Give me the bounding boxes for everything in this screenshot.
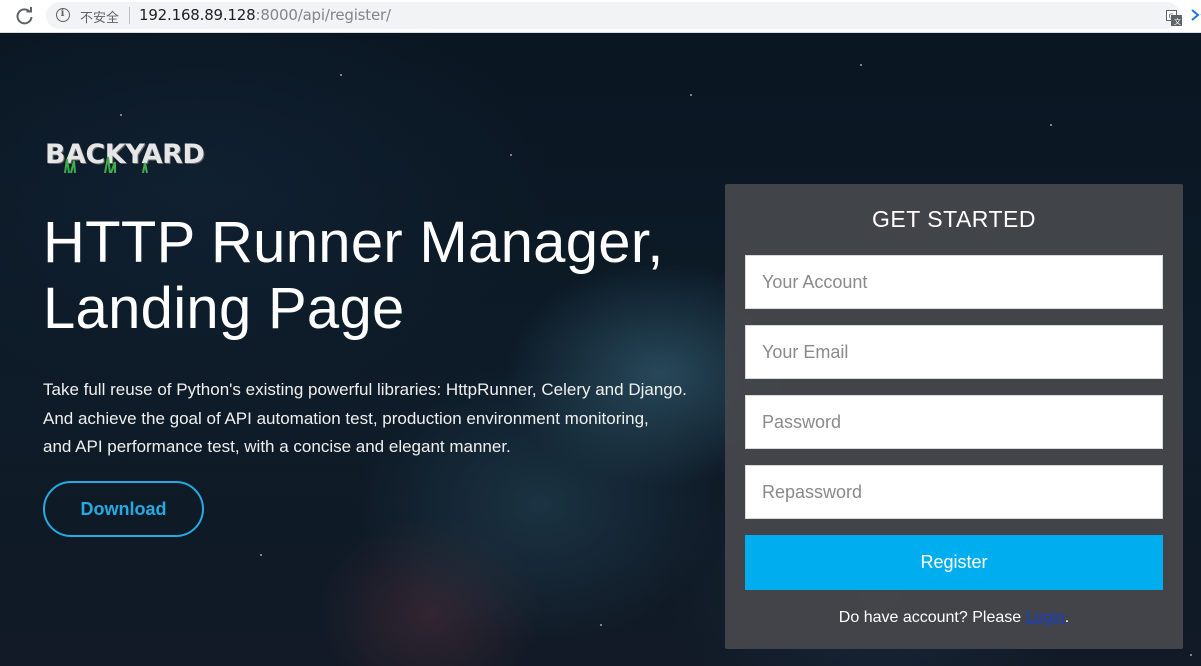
background-star [860, 64, 862, 66]
background-star [690, 94, 692, 96]
hero-description-line-1: Take full reuse of Python's existing pow… [43, 380, 687, 399]
login-prompt-end: . [1064, 609, 1070, 626]
reload-icon[interactable] [14, 5, 36, 27]
background-star [510, 154, 512, 156]
url-path: :8000/api/register/ [255, 6, 391, 24]
logo-grass-icon [64, 156, 148, 173]
url-host: 192.168.89.128 [139, 6, 256, 24]
register-panel: GET STARTED Register Do have account? Pl… [725, 184, 1183, 649]
hero-title: HTTP Runner Manager, Landing Page [43, 210, 683, 342]
login-link[interactable]: Login [1026, 609, 1065, 626]
background-star [120, 114, 122, 116]
hero-description-line-3: and API performance test, with a concise… [43, 437, 511, 456]
info-icon[interactable] [56, 8, 70, 22]
background-star [260, 554, 262, 556]
address-bar[interactable]: 不安全 192.168.89.128:8000/api/register/ G … [46, 2, 1201, 29]
repassword-input[interactable] [745, 465, 1163, 519]
login-prompt-text: Do have account? Please [838, 609, 1026, 626]
translate-icon[interactable]: G 文 [1166, 10, 1182, 26]
svg-text:文: 文 [1174, 17, 1181, 26]
hero-title-line-1: HTTP Runner Manager, [43, 210, 664, 275]
address-separator [129, 7, 130, 24]
background-star [600, 624, 602, 626]
download-button[interactable]: Download [43, 481, 204, 537]
login-prompt: Do have account? Please Login. [725, 609, 1183, 627]
hero-description-line-2: And achieve the goal of API automation t… [43, 408, 649, 428]
account-input[interactable] [745, 255, 1163, 309]
browser-toolbar: 不安全 192.168.89.128:8000/api/register/ G … [0, 0, 1201, 33]
email-input[interactable] [745, 325, 1163, 379]
hero-section: BACKYARD HTTP Runner Manager, Landing Pa… [0, 34, 1201, 666]
background-star [340, 74, 342, 76]
url-text[interactable]: 192.168.89.128:8000/api/register/ [139, 6, 391, 24]
extension-icon[interactable] [1190, 8, 1200, 22]
register-button[interactable]: Register [745, 535, 1163, 590]
background-star [1190, 654, 1192, 656]
panel-title: GET STARTED [872, 206, 1036, 232]
password-input[interactable] [745, 395, 1163, 449]
security-label[interactable]: 不安全 [80, 7, 119, 26]
brand-logo[interactable]: BACKYARD [45, 139, 205, 173]
hero-description: Take full reuse of Python's existing pow… [43, 376, 713, 462]
hero-title-line-2: Landing Page [43, 276, 405, 341]
background-star [1050, 124, 1052, 126]
